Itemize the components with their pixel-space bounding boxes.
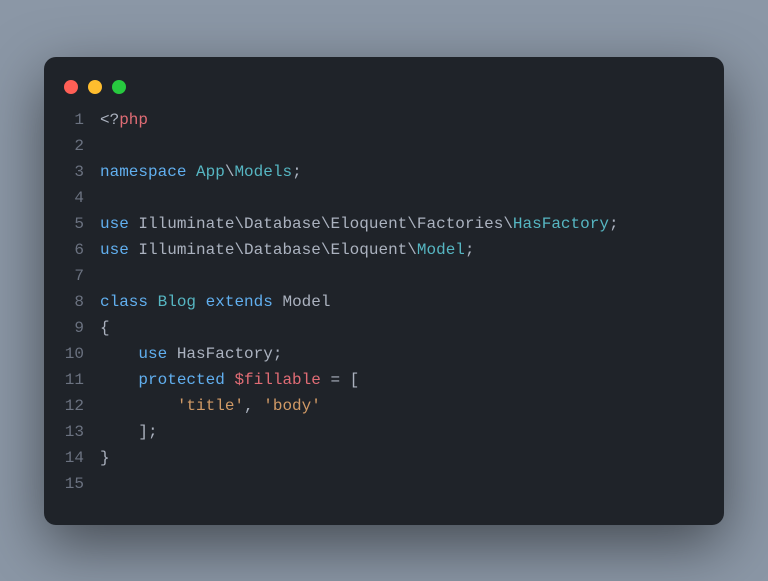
code-line[interactable]: 8class Blog extends Model bbox=[64, 289, 704, 315]
line-number: 6 bbox=[64, 237, 100, 263]
line-number: 8 bbox=[64, 289, 100, 315]
code-content[interactable]: ]; bbox=[100, 419, 158, 445]
line-number: 4 bbox=[64, 185, 100, 211]
code-line[interactable]: 2 bbox=[64, 133, 704, 159]
code-line[interactable]: 15 bbox=[64, 471, 704, 497]
titlebar bbox=[44, 67, 724, 107]
code-line[interactable]: 12 'title', 'body' bbox=[64, 393, 704, 419]
line-number: 14 bbox=[64, 445, 100, 471]
code-content[interactable]: protected $fillable = [ bbox=[100, 367, 359, 393]
code-content[interactable]: use HasFactory; bbox=[100, 341, 282, 367]
code-area[interactable]: 1<?php23namespace App\Models;45use Illum… bbox=[44, 107, 724, 497]
line-number: 5 bbox=[64, 211, 100, 237]
code-content[interactable]: namespace App\Models; bbox=[100, 159, 302, 185]
code-content[interactable]: } bbox=[100, 445, 110, 471]
close-icon[interactable] bbox=[64, 80, 78, 94]
code-line[interactable]: 13 ]; bbox=[64, 419, 704, 445]
line-number: 10 bbox=[64, 341, 100, 367]
code-line[interactable]: 14} bbox=[64, 445, 704, 471]
line-number: 3 bbox=[64, 159, 100, 185]
line-number: 12 bbox=[64, 393, 100, 419]
code-line[interactable]: 3namespace App\Models; bbox=[64, 159, 704, 185]
code-line[interactable]: 9{ bbox=[64, 315, 704, 341]
maximize-icon[interactable] bbox=[112, 80, 126, 94]
code-content[interactable]: { bbox=[100, 315, 110, 341]
code-line[interactable]: 10 use HasFactory; bbox=[64, 341, 704, 367]
editor-window: 1<?php23namespace App\Models;45use Illum… bbox=[44, 57, 724, 525]
line-number: 11 bbox=[64, 367, 100, 393]
line-number: 2 bbox=[64, 133, 100, 159]
line-number: 7 bbox=[64, 263, 100, 289]
code-content[interactable]: <?php bbox=[100, 107, 148, 133]
code-content[interactable]: use Illuminate\Database\Eloquent\Model; bbox=[100, 237, 475, 263]
line-number: 9 bbox=[64, 315, 100, 341]
code-line[interactable]: 6use Illuminate\Database\Eloquent\Model; bbox=[64, 237, 704, 263]
code-line[interactable]: 5use Illuminate\Database\Eloquent\Factor… bbox=[64, 211, 704, 237]
code-line[interactable]: 4 bbox=[64, 185, 704, 211]
code-content[interactable]: use Illuminate\Database\Eloquent\Factori… bbox=[100, 211, 619, 237]
code-line[interactable]: 7 bbox=[64, 263, 704, 289]
line-number: 15 bbox=[64, 471, 100, 497]
code-content[interactable]: class Blog extends Model bbox=[100, 289, 330, 315]
code-line[interactable]: 11 protected $fillable = [ bbox=[64, 367, 704, 393]
code-line[interactable]: 1<?php bbox=[64, 107, 704, 133]
minimize-icon[interactable] bbox=[88, 80, 102, 94]
line-number: 13 bbox=[64, 419, 100, 445]
code-content[interactable]: 'title', 'body' bbox=[100, 393, 321, 419]
line-number: 1 bbox=[64, 107, 100, 133]
